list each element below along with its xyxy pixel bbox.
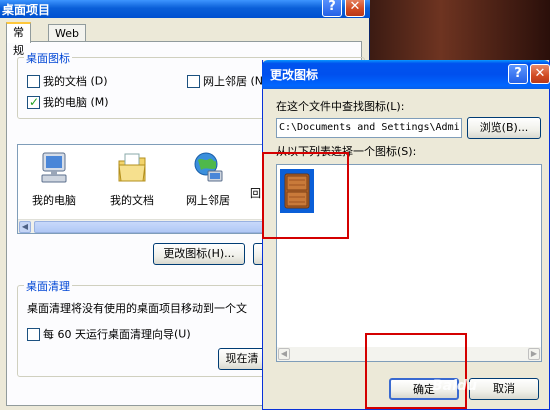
my-documents-icon — [118, 153, 146, 182]
change-icon-dialog: 更改图标 ? ✕ 在这个文件中查找图标(L): C:\Documents and… — [262, 60, 550, 410]
checkbox-my-computer[interactable]: 我的电脑 (M) — [27, 94, 109, 109]
checkbox-label: 我的文档 — [43, 75, 87, 88]
window-title: 更改图标 — [270, 68, 319, 82]
close-icon: ✕ — [534, 66, 546, 81]
select-label-text: 从以下列表选择一个图标 — [276, 145, 397, 158]
scroll-left-icon[interactable]: ◀ — [19, 221, 31, 233]
checkbox-my-documents[interactable]: 我的文档 (D) — [27, 73, 108, 88]
icon-picker-list[interactable]: ◀ ▶ — [276, 164, 542, 362]
hotkey-label: (U) — [174, 327, 191, 341]
checkbox-label: 网上邻居 — [203, 75, 247, 88]
help-icon: ? — [514, 66, 522, 81]
close-icon: ✕ — [349, 0, 361, 14]
browse-button[interactable]: 浏览(B)... — [467, 117, 541, 139]
scroll-right-icon[interactable]: ▶ — [528, 348, 540, 360]
group-label: 桌面清理 — [24, 278, 72, 294]
checkbox-box[interactable] — [27, 74, 40, 88]
wooden-cabinet-icon — [284, 173, 310, 209]
select-icon-label: 从以下列表选择一个图标(S): — [276, 143, 416, 159]
clean-now-button[interactable]: 现在清 — [218, 348, 266, 370]
checkbox-box[interactable] — [187, 74, 200, 88]
watermark: Baidu — [432, 378, 477, 394]
change-icon-titlebar[interactable]: 更改图标 ? ✕ — [262, 60, 550, 89]
help-button[interactable]: ? — [322, 0, 342, 17]
list-item[interactable]: 我的电脑 — [24, 151, 84, 208]
cleanup-description: 桌面清理将没有使用的桌面项目移动到一个文 — [27, 302, 247, 315]
find-label-text: 在这个文件中查找图标 — [276, 100, 386, 113]
hotkey-label: (S): — [397, 145, 417, 158]
network-places-icon — [194, 152, 223, 182]
checkbox-label: 每 60 天运行桌面清理向导 — [43, 328, 174, 341]
selected-icon-item[interactable] — [280, 169, 314, 213]
hotkey-label: (L): — [386, 100, 405, 113]
list-item[interactable]: 网上邻居 — [178, 151, 238, 208]
horizontal-scrollbar[interactable]: ◀ ▶ — [277, 347, 541, 361]
window-title: 桌面项目 — [2, 3, 51, 17]
checkbox-network-places[interactable]: 网上邻居 (N) — [187, 73, 267, 88]
list-item-label: 我的文档 — [110, 194, 154, 207]
hotkey-label: (D) — [90, 74, 108, 88]
help-icon: ? — [328, 0, 336, 14]
checkbox-label: 我的电脑 — [43, 96, 87, 109]
icon-file-path-input[interactable]: C:\Documents and Settings\Admi — [276, 118, 462, 138]
group-label: 桌面图标 — [24, 50, 72, 66]
list-item[interactable]: 我的文档 — [102, 151, 162, 208]
hotkey-label: (M) — [90, 95, 109, 109]
checkbox-box[interactable] — [27, 327, 40, 341]
tab-general[interactable]: 常规 — [6, 22, 31, 57]
cancel-button[interactable]: 取消 — [469, 378, 539, 400]
close-button[interactable]: ✕ — [530, 64, 550, 84]
desktop-items-titlebar[interactable]: 桌面项目 ? ✕ — [0, 0, 370, 18]
help-button[interactable]: ? — [508, 64, 528, 84]
close-button[interactable]: ✕ — [345, 0, 365, 17]
checkbox-box[interactable] — [27, 95, 40, 109]
desktop-background — [368, 0, 550, 60]
checkbox-run-cleanup-wizard[interactable]: 每 60 天运行桌面清理向导(U) — [27, 326, 191, 341]
my-computer-icon — [41, 152, 67, 183]
list-item-label: 网上邻居 — [186, 194, 230, 207]
find-icons-label: 在这个文件中查找图标(L): — [276, 98, 404, 114]
scroll-left-icon[interactable]: ◀ — [278, 348, 290, 360]
change-icon-button[interactable]: 更改图标(H)... — [153, 243, 245, 265]
tab-web[interactable]: Web — [48, 24, 86, 42]
list-item-label: 我的电脑 — [32, 194, 76, 207]
